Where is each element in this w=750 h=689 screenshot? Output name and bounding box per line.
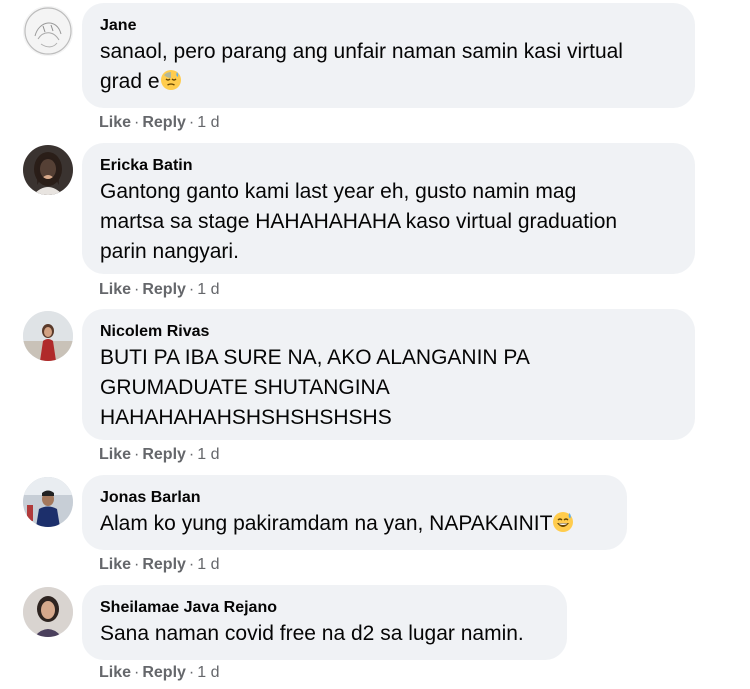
avatar[interactable]: [23, 587, 73, 637]
comment-author[interactable]: Sheilamae Java Rejano: [100, 597, 549, 619]
reply-button[interactable]: Reply: [142, 556, 186, 573]
like-button[interactable]: Like: [99, 556, 131, 573]
comment-actions: Like · Reply · 1 d: [99, 445, 220, 465]
separator-dot: ·: [188, 664, 195, 681]
comment-text: sanaol, pero parang ang unfair naman sam…: [100, 37, 677, 97]
comment-actions: Like · Reply · 1 d: [99, 663, 220, 683]
comment-line: Gantong ganto kami last year eh, gusto n…: [100, 180, 577, 203]
comment-line: BUTI PA IBA SURE NA, AKO ALANGANIN PA: [100, 346, 530, 369]
comment-line: martsa sa stage HAHAHAHAHA kaso virtual …: [100, 210, 618, 233]
grinning-sweat-face-emoji: [552, 511, 574, 533]
comment-bubble: Sheilamae Java Rejano Sana naman covid f…: [82, 585, 567, 660]
separator-dot: ·: [134, 281, 140, 298]
comment-bubble: Jane sanaol, pero parang ang unfair nama…: [82, 3, 695, 108]
separator-dot: ·: [188, 446, 195, 463]
avatar-photo-image: [23, 587, 73, 637]
comment-bubble: Jonas Barlan Alam ko yung pakiramdam na …: [82, 475, 627, 550]
comment-bubble: Nicolem Rivas BUTI PA IBA SURE NA, AKO A…: [82, 309, 695, 440]
comment-actions: Like · Reply · 1 d: [99, 280, 220, 300]
reply-button[interactable]: Reply: [142, 664, 186, 681]
downcast-sweat-face-emoji: [160, 69, 182, 91]
comment-author[interactable]: Jonas Barlan: [100, 487, 609, 509]
comment-actions: Like · Reply · 1 d: [99, 113, 220, 133]
comment-line: sanaol, pero parang ang unfair naman sam…: [100, 40, 623, 63]
avatar[interactable]: [23, 311, 73, 361]
like-button[interactable]: Like: [99, 664, 131, 681]
reply-button[interactable]: Reply: [142, 114, 186, 131]
comment-timestamp[interactable]: 1 d: [197, 446, 219, 463]
comment-line: Alam ko yung pakiramdam na yan, NAPAKAIN…: [100, 512, 553, 535]
comment-actions: Like · Reply · 1 d: [99, 555, 220, 575]
like-button[interactable]: Like: [99, 114, 131, 131]
avatar[interactable]: [23, 6, 73, 56]
separator-dot: ·: [134, 114, 140, 131]
comment-author[interactable]: Jane: [100, 15, 677, 37]
separator-dot: ·: [188, 114, 195, 131]
comment-text: Gantong ganto kami last year eh, gusto n…: [100, 177, 677, 267]
avatar[interactable]: [23, 477, 73, 527]
comment-timestamp[interactable]: 1 d: [197, 114, 219, 131]
comment-text: Sana naman covid free na d2 sa lugar nam…: [100, 619, 549, 649]
comment-text: Alam ko yung pakiramdam na yan, NAPAKAIN…: [100, 509, 609, 539]
avatar-photo-image: [23, 477, 73, 527]
avatar-photo-image: [23, 145, 73, 195]
comment-timestamp[interactable]: 1 d: [197, 556, 219, 573]
comment-line: HAHAHAHAHSHSHSHSHSHS: [100, 406, 392, 429]
comment-author[interactable]: Nicolem Rivas: [100, 321, 677, 343]
avatar[interactable]: [23, 145, 73, 195]
separator-dot: ·: [188, 556, 195, 573]
comment-timestamp[interactable]: 1 d: [197, 664, 219, 681]
comment-line: GRUMADUATE SHUTANGINA: [100, 376, 390, 399]
like-button[interactable]: Like: [99, 446, 131, 463]
comment-line: parin nangyari.: [100, 240, 239, 263]
avatar-sketch-image: [23, 6, 73, 56]
comment-author[interactable]: Ericka Batin: [100, 155, 677, 177]
separator-dot: ·: [188, 281, 195, 298]
comment-line: grad e: [100, 70, 160, 93]
separator-dot: ·: [134, 556, 140, 573]
comment-line: Sana naman covid free na d2 sa lugar nam…: [100, 622, 524, 645]
comment-timestamp[interactable]: 1 d: [197, 281, 219, 298]
separator-dot: ·: [134, 664, 140, 681]
reply-button[interactable]: Reply: [142, 446, 186, 463]
comment-text: BUTI PA IBA SURE NA, AKO ALANGANIN PA GR…: [100, 343, 677, 433]
like-button[interactable]: Like: [99, 281, 131, 298]
avatar-photo-image: [23, 311, 73, 361]
comment-bubble: Ericka Batin Gantong ganto kami last yea…: [82, 143, 695, 274]
separator-dot: ·: [134, 446, 140, 463]
reply-button[interactable]: Reply: [142, 281, 186, 298]
